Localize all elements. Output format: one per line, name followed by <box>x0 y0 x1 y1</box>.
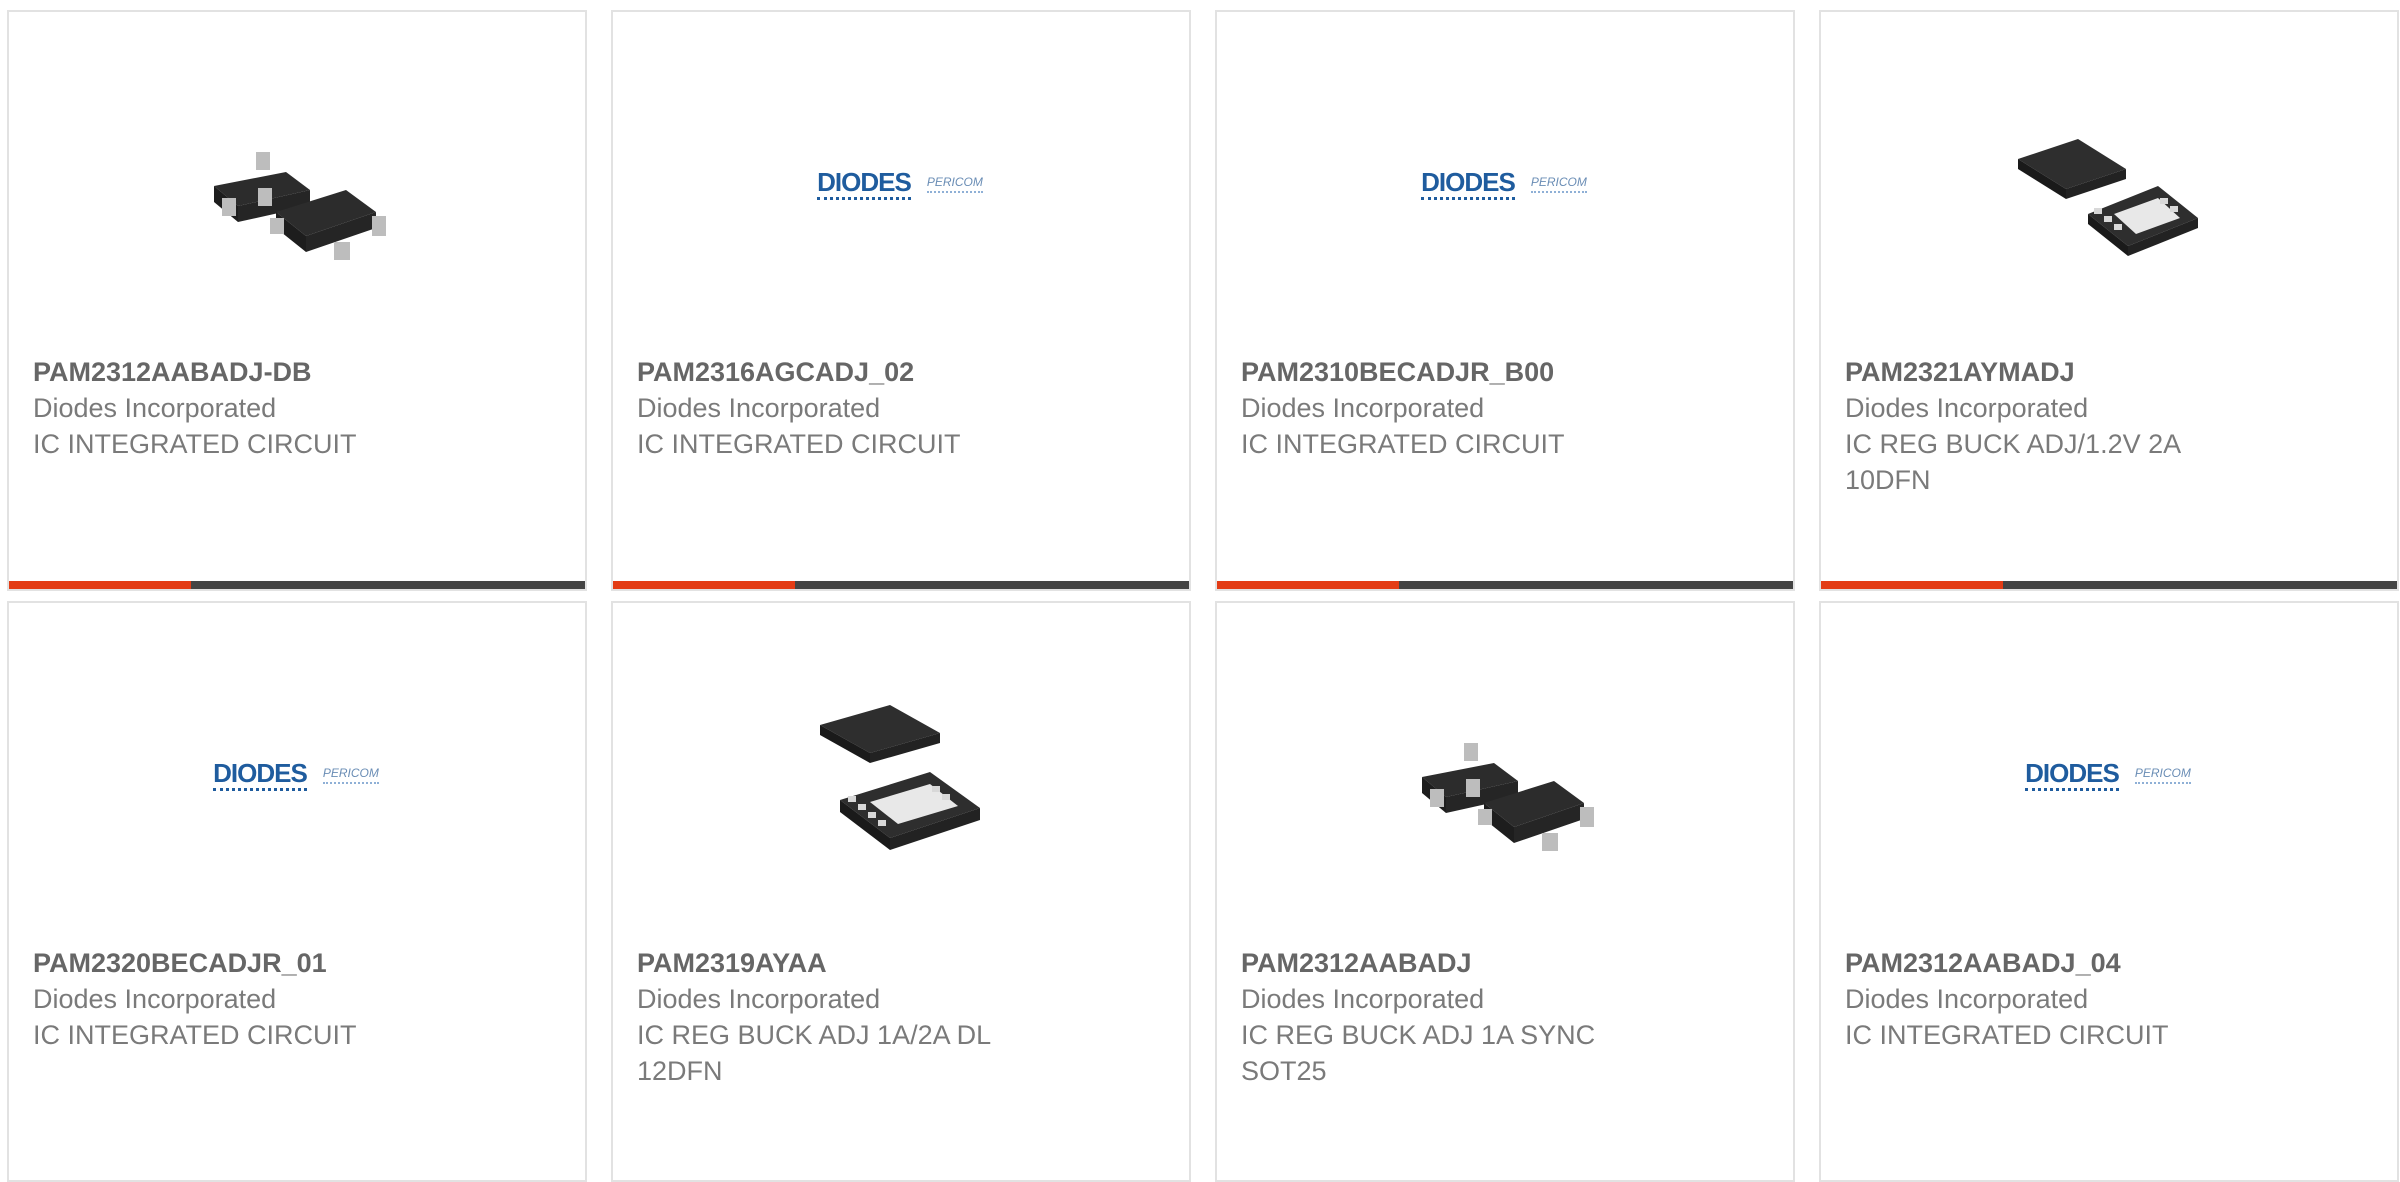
part-number[interactable]: PAM2316AGCADJ_02 <box>637 354 1165 390</box>
product-info: PAM2310BECADJR_B00 Diodes Incorporated I… <box>1241 354 1769 462</box>
part-number[interactable]: PAM2320BECADJR_01 <box>33 945 561 981</box>
logo-brand: DIODES <box>817 169 912 200</box>
bar-accent <box>1821 581 2003 589</box>
product-info: PAM2312AABADJ-DB Diodes Incorporated IC … <box>33 354 561 462</box>
product-info: PAM2312AABADJ_04 Diodes Incorporated IC … <box>1845 945 2373 1053</box>
product-info: PAM2320BECADJR_01 Diodes Incorporated IC… <box>33 945 561 1053</box>
logo-sub: PERICOM <box>926 175 983 193</box>
part-number[interactable]: PAM2312AABADJ <box>1241 945 1769 981</box>
bar-accent <box>1217 581 1399 589</box>
product-card[interactable]: DIODES PERICOM PAM2316AGCADJ_02 Diodes I… <box>611 10 1191 591</box>
product-card[interactable]: PAM2312AABADJ-DB Diodes Incorporated IC … <box>7 10 587 591</box>
diodes-pericom-logo: DIODES PERICOM <box>1421 169 1587 200</box>
description: IC INTEGRATED CIRCUIT <box>33 429 357 459</box>
card-bottom-bar <box>9 581 585 589</box>
logo-sub: PERICOM <box>2134 766 2191 784</box>
part-number[interactable]: PAM2319AYAA <box>637 945 1165 981</box>
sot25-package-icon <box>1422 743 1594 851</box>
manufacturer: Diodes Incorporated <box>1241 984 1485 1014</box>
description: IC INTEGRATED CIRCUIT <box>1241 429 1565 459</box>
product-card[interactable]: PAM2312AABADJ Diodes Incorporated IC REG… <box>1215 601 1795 1182</box>
product-card[interactable]: DIODES PERICOM PAM2310BECADJR_B00 Diodes… <box>1215 10 1795 591</box>
logo-sub: PERICOM <box>322 766 379 784</box>
manufacturer: Diodes Incorporated <box>33 984 277 1014</box>
description: IC INTEGRATED CIRCUIT <box>637 429 961 459</box>
product-info: PAM2312AABADJ Diodes Incorporated IC REG… <box>1241 945 1769 1089</box>
sot25-package-icon <box>214 152 386 260</box>
bar-accent <box>9 581 191 589</box>
product-card[interactable]: PAM2321AYMADJ Diodes Incorporated IC REG… <box>1819 10 2399 591</box>
product-card[interactable]: PAM2319AYAA Diodes Incorporated IC REG B… <box>611 601 1191 1182</box>
product-card[interactable]: DIODES PERICOM PAM2312AABADJ_04 Diodes I… <box>1819 601 2399 1182</box>
manufacturer: Diodes Incorporated <box>1845 984 2089 1014</box>
description: IC REG BUCK ADJ 1A SYNC SOT25 <box>1241 1020 1596 1086</box>
product-grid: PAM2312AABADJ-DB Diodes Incorporated IC … <box>7 10 2399 1182</box>
dfn10-package-icon <box>2018 139 2198 256</box>
part-number[interactable]: PAM2321AYMADJ <box>1845 354 2373 390</box>
manufacturer: Diodes Incorporated <box>33 393 277 423</box>
card-bottom-bar <box>613 581 1189 589</box>
manufacturer: Diodes Incorporated <box>1241 393 1485 423</box>
diodes-pericom-logo: DIODES PERICOM <box>817 169 983 200</box>
product-image[interactable] <box>2008 84 2208 284</box>
product-card[interactable]: DIODES PERICOM PAM2320BECADJR_01 Diodes … <box>7 601 587 1182</box>
dfn12-package-icon <box>820 705 980 850</box>
product-image[interactable] <box>1404 675 1604 875</box>
manufacturer: Diodes Incorporated <box>637 393 881 423</box>
card-bottom-bar <box>1821 581 2397 589</box>
card-bottom-bar <box>1217 581 1793 589</box>
description: IC INTEGRATED CIRCUIT <box>1845 1020 2169 1050</box>
manufacturer: Diodes Incorporated <box>637 984 881 1014</box>
product-info: PAM2321AYMADJ Diodes Incorporated IC REG… <box>1845 354 2373 498</box>
product-image[interactable] <box>800 675 1000 875</box>
logo-sub: PERICOM <box>1530 175 1587 193</box>
description: IC REG BUCK ADJ/1.2V 2A 10DFN <box>1845 429 2180 495</box>
description: IC INTEGRATED CIRCUIT <box>33 1020 357 1050</box>
product-image[interactable]: DIODES PERICOM <box>1404 84 1604 284</box>
product-image[interactable] <box>196 84 396 284</box>
part-number[interactable]: PAM2312AABADJ_04 <box>1845 945 2373 981</box>
product-image[interactable]: DIODES PERICOM <box>2008 675 2208 875</box>
part-number[interactable]: PAM2310BECADJR_B00 <box>1241 354 1769 390</box>
logo-brand: DIODES <box>2025 760 2120 791</box>
manufacturer: Diodes Incorporated <box>1845 393 2089 423</box>
diodes-pericom-logo: DIODES PERICOM <box>213 760 379 791</box>
bar-accent <box>613 581 795 589</box>
part-number[interactable]: PAM2312AABADJ-DB <box>33 354 561 390</box>
logo-brand: DIODES <box>213 760 308 791</box>
product-info: PAM2316AGCADJ_02 Diodes Incorporated IC … <box>637 354 1165 462</box>
product-image[interactable]: DIODES PERICOM <box>800 84 1000 284</box>
product-image[interactable]: DIODES PERICOM <box>196 675 396 875</box>
diodes-pericom-logo: DIODES PERICOM <box>2025 760 2191 791</box>
logo-brand: DIODES <box>1421 169 1516 200</box>
product-info: PAM2319AYAA Diodes Incorporated IC REG B… <box>637 945 1165 1089</box>
description: IC REG BUCK ADJ 1A/2A DL 12DFN <box>637 1020 991 1086</box>
